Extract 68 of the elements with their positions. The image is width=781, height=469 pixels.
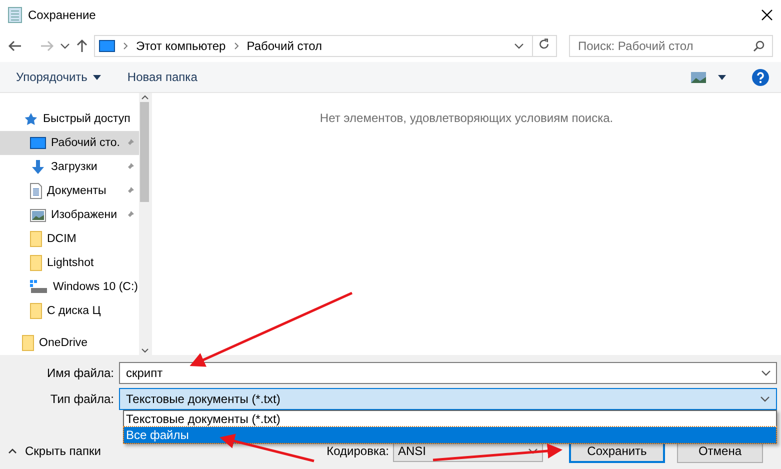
sidebar-label: OneDrive (39, 337, 88, 349)
download-icon (30, 159, 46, 175)
file-type-dropdown[interactable]: Текстовые документы (*.txt) (119, 388, 777, 410)
sidebar-item[interactable]: Windows 10 (C:) (0, 275, 139, 299)
sidebar-label: Рабочий сто. (51, 137, 120, 149)
help-icon[interactable] (752, 68, 769, 86)
search-field[interactable]: Поиск: Рабочий стол (569, 35, 773, 57)
caret-icon[interactable] (718, 74, 726, 80)
sidebar-item[interactable]: Изображени (0, 203, 139, 227)
breadcrumb[interactable]: Рабочий стол (246, 39, 322, 53)
chevron-icon (123, 42, 128, 50)
monitor-icon (30, 137, 46, 149)
sidebar-label: Изображени (51, 209, 118, 221)
dropdown-option[interactable]: Все файлы (124, 427, 776, 443)
caret-icon (93, 74, 102, 80)
dropdown-caret-icon (760, 396, 770, 402)
up-arrow-icon[interactable] (76, 39, 88, 53)
filename-field[interactable]: скрипт (119, 362, 777, 384)
breadcrumb[interactable]: Этот компьютер (136, 39, 226, 53)
hide-folders-button[interactable]: Скрыть папки (8, 444, 101, 458)
sidebar-item[interactable]: Документы (0, 179, 139, 203)
sidebar-label: Документы (47, 185, 106, 197)
folder-icon (22, 335, 34, 351)
encoding-label: Кодировка: (326, 444, 389, 458)
drive-icon (30, 280, 48, 294)
dropdown-option[interactable]: Текстовые документы (*.txt) (124, 411, 776, 427)
sidebar-label: Быстрый доступ (43, 113, 130, 125)
file-type-label: Тип файла: (49, 392, 115, 406)
view-icon[interactable] (691, 72, 706, 82)
search-icon (753, 40, 765, 52)
dropdown-caret-icon (761, 370, 771, 376)
scrollbar[interactable] (138, 93, 151, 355)
folder-icon (30, 231, 42, 247)
window-title: Сохранение (28, 8, 97, 22)
dropdown-caret-icon (528, 448, 538, 454)
sidebar-label: Загрузки (51, 161, 98, 173)
scrollbar-thumb[interactable] (140, 102, 150, 202)
sidebar-item[interactable]: Загрузки (0, 155, 139, 179)
address-bar[interactable]: Этот компьютер Рабочий стол (94, 35, 557, 57)
chevron-up-icon (8, 448, 17, 454)
notepad-icon (8, 7, 22, 23)
filename-label: Имя файла: (46, 366, 115, 380)
sidebar-item[interactable]: DCIM (0, 227, 139, 251)
chevron-icon (234, 42, 239, 50)
sidebar-label: DCIM (47, 233, 76, 245)
scroll-down-icon[interactable] (140, 348, 149, 353)
new-folder-button[interactable]: Новая папка (127, 70, 198, 84)
dropdown-caret-icon (514, 43, 524, 49)
document-icon (30, 183, 42, 199)
monitor-icon (99, 40, 115, 52)
empty-message: Нет элементов, удовлетворяющих условиям поиска. (320, 111, 614, 125)
sidebar-label: С диска Ц (47, 305, 101, 317)
folder-icon (30, 255, 42, 271)
sidebar-item[interactable]: Рабочий сто. (0, 131, 139, 155)
back-icon[interactable] (8, 40, 22, 52)
close-icon[interactable] (761, 9, 773, 21)
star-icon (22, 112, 38, 126)
history-caret-icon (60, 43, 70, 49)
sidebar-item[interactable]: OneDrive (0, 331, 139, 355)
organize-button[interactable]: Упорядочить (16, 70, 102, 84)
sidebar-item[interactable]: Быстрый доступ (0, 107, 139, 131)
sidebar-item[interactable]: Lightshot (0, 251, 139, 275)
sidebar-label: Lightshot (47, 257, 94, 269)
image-icon (30, 208, 46, 222)
sidebar-item[interactable]: С диска Ц (0, 299, 139, 323)
scroll-up-icon[interactable] (140, 95, 149, 100)
sidebar-label: Windows 10 (C:) (53, 281, 138, 293)
folder-icon (30, 303, 42, 319)
